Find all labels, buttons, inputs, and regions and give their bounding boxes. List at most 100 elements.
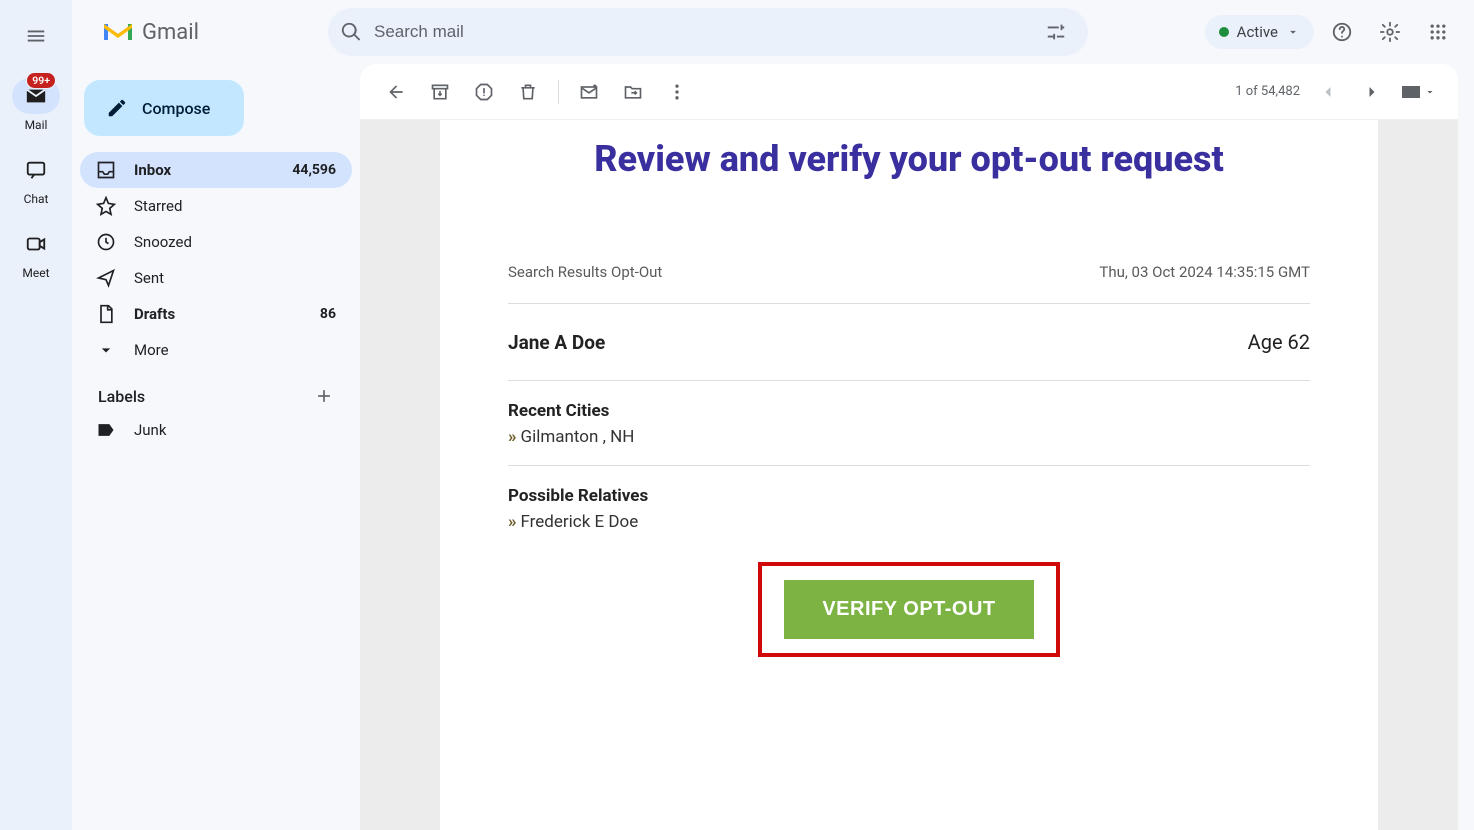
message-toolbar: 1 of 54,482 (360, 64, 1458, 120)
gmail-logo-icon (102, 20, 134, 44)
rail-app-label: Mail (25, 118, 48, 132)
sidebar-item-sent[interactable]: Sent (80, 260, 352, 296)
status-label: Active (1237, 23, 1278, 41)
email-content: Review and verify your opt-out request S… (440, 120, 1378, 830)
older-button[interactable] (1308, 72, 1348, 112)
sidebar-item-snoozed[interactable]: Snoozed (80, 224, 352, 260)
status-dot-icon (1219, 27, 1229, 37)
rail-app-label: Chat (24, 192, 49, 206)
pencil-icon (106, 97, 128, 119)
app-rail: 99+ Mail Chat Meet (0, 0, 72, 830)
nav-label: More (134, 341, 169, 359)
settings-button[interactable] (1370, 12, 1410, 52)
move-to-button[interactable] (613, 72, 653, 112)
inbox-icon (96, 160, 116, 180)
main-panel: 1 of 54,482 Review and verify your opt-o… (360, 64, 1458, 830)
folder-move-icon (623, 82, 643, 102)
sidebar-item-drafts[interactable]: Drafts 86 (80, 296, 352, 332)
header: Gmail Active (72, 0, 1474, 64)
report-spam-icon (474, 82, 494, 102)
arrow-left-icon (386, 82, 406, 102)
sidebar-item-more[interactable]: More (80, 332, 352, 368)
brand-name: Gmail (142, 20, 199, 45)
label-icon (96, 420, 116, 440)
input-tools-button[interactable] (1396, 82, 1442, 102)
newer-button[interactable] (1352, 72, 1392, 112)
divider (508, 465, 1310, 466)
nav-label: Drafts (134, 305, 175, 323)
rail-app-mail[interactable]: 99+ Mail (12, 78, 60, 132)
compose-button[interactable]: Compose (84, 80, 244, 136)
apps-grid-icon (1428, 22, 1448, 42)
file-icon (96, 304, 116, 324)
keyboard-icon (1402, 86, 1420, 98)
more-vert-icon (667, 82, 687, 102)
help-icon (1331, 21, 1353, 43)
main-menu-button[interactable] (14, 14, 58, 58)
cta-highlight-box: VERIFY OPT-OUT (758, 562, 1059, 657)
support-button[interactable] (1322, 12, 1362, 52)
pager-text: 1 of 54,482 (1235, 84, 1300, 99)
archive-icon (430, 82, 450, 102)
chevron-down-icon (96, 340, 116, 360)
meet-icon (25, 233, 47, 255)
sidebar-item-starred[interactable]: Starred (80, 188, 352, 224)
rail-app-chat[interactable]: Chat (12, 152, 60, 206)
nav-label: Junk (134, 421, 166, 439)
caret-down-icon (1424, 86, 1436, 98)
star-icon (96, 196, 116, 216)
nav-label: Inbox (134, 161, 171, 179)
search-icon (340, 21, 362, 43)
mail-unread-badge: 99+ (26, 72, 56, 89)
add-label-button[interactable] (314, 386, 334, 406)
sidebar-label-junk[interactable]: Junk (80, 412, 352, 448)
verify-opt-out-button[interactable]: VERIFY OPT-OUT (784, 580, 1033, 639)
recent-city-item: »Gilmanton , NH (508, 427, 1310, 447)
sidebar-item-inbox[interactable]: Inbox 44,596 (80, 152, 352, 188)
email-timestamp: Thu, 03 Oct 2024 14:35:15 GMT (1099, 263, 1310, 281)
relative-item: »Frederick E Doe (508, 512, 1310, 532)
toolbar-separator (558, 80, 559, 104)
tune-icon (1045, 21, 1067, 43)
compose-label: Compose (142, 99, 210, 118)
brand[interactable]: Gmail (88, 20, 320, 45)
spam-button[interactable] (464, 72, 504, 112)
mail-unread-icon (579, 82, 599, 102)
divider (508, 380, 1310, 381)
recent-cities-header: Recent Cities (508, 401, 1310, 421)
more-actions-button[interactable] (657, 72, 697, 112)
archive-button[interactable] (420, 72, 460, 112)
nav-label: Sent (134, 269, 164, 287)
chat-icon (25, 159, 47, 181)
search-input[interactable] (372, 21, 1026, 43)
search-bar[interactable] (328, 8, 1088, 56)
chevron-left-icon (1318, 82, 1338, 102)
nav-label: Starred (134, 197, 182, 215)
email-subject-line: Search Results Opt-Out (508, 263, 662, 281)
hamburger-icon (25, 25, 47, 47)
rail-app-meet[interactable]: Meet (12, 226, 60, 280)
person-name: Jane A Doe (508, 331, 605, 354)
labels-header: Labels (98, 387, 145, 406)
send-icon (96, 268, 116, 288)
clock-icon (96, 232, 116, 252)
back-button[interactable] (376, 72, 416, 112)
email-title: Review and verify your opt-out request (508, 138, 1310, 181)
person-age: Age 62 (1248, 330, 1310, 354)
nav-label: Snoozed (134, 233, 192, 251)
search-options-button[interactable] (1036, 12, 1076, 52)
relatives-header: Possible Relatives (508, 486, 1310, 506)
sidebar: Compose Inbox 44,596 Starred Snoozed Sen… (72, 64, 360, 830)
google-apps-button[interactable] (1418, 12, 1458, 52)
rail-app-label: Meet (22, 266, 49, 280)
chevron-down-icon (1286, 25, 1300, 39)
mark-unread-button[interactable] (569, 72, 609, 112)
nav-count: 86 (320, 306, 336, 322)
trash-icon (518, 82, 538, 102)
nav-count: 44,596 (292, 162, 336, 178)
message-body-scroll[interactable]: Review and verify your opt-out request S… (360, 120, 1458, 830)
chevron-right-icon (1362, 82, 1382, 102)
status-chip[interactable]: Active (1205, 15, 1314, 49)
gear-icon (1379, 21, 1401, 43)
delete-button[interactable] (508, 72, 548, 112)
